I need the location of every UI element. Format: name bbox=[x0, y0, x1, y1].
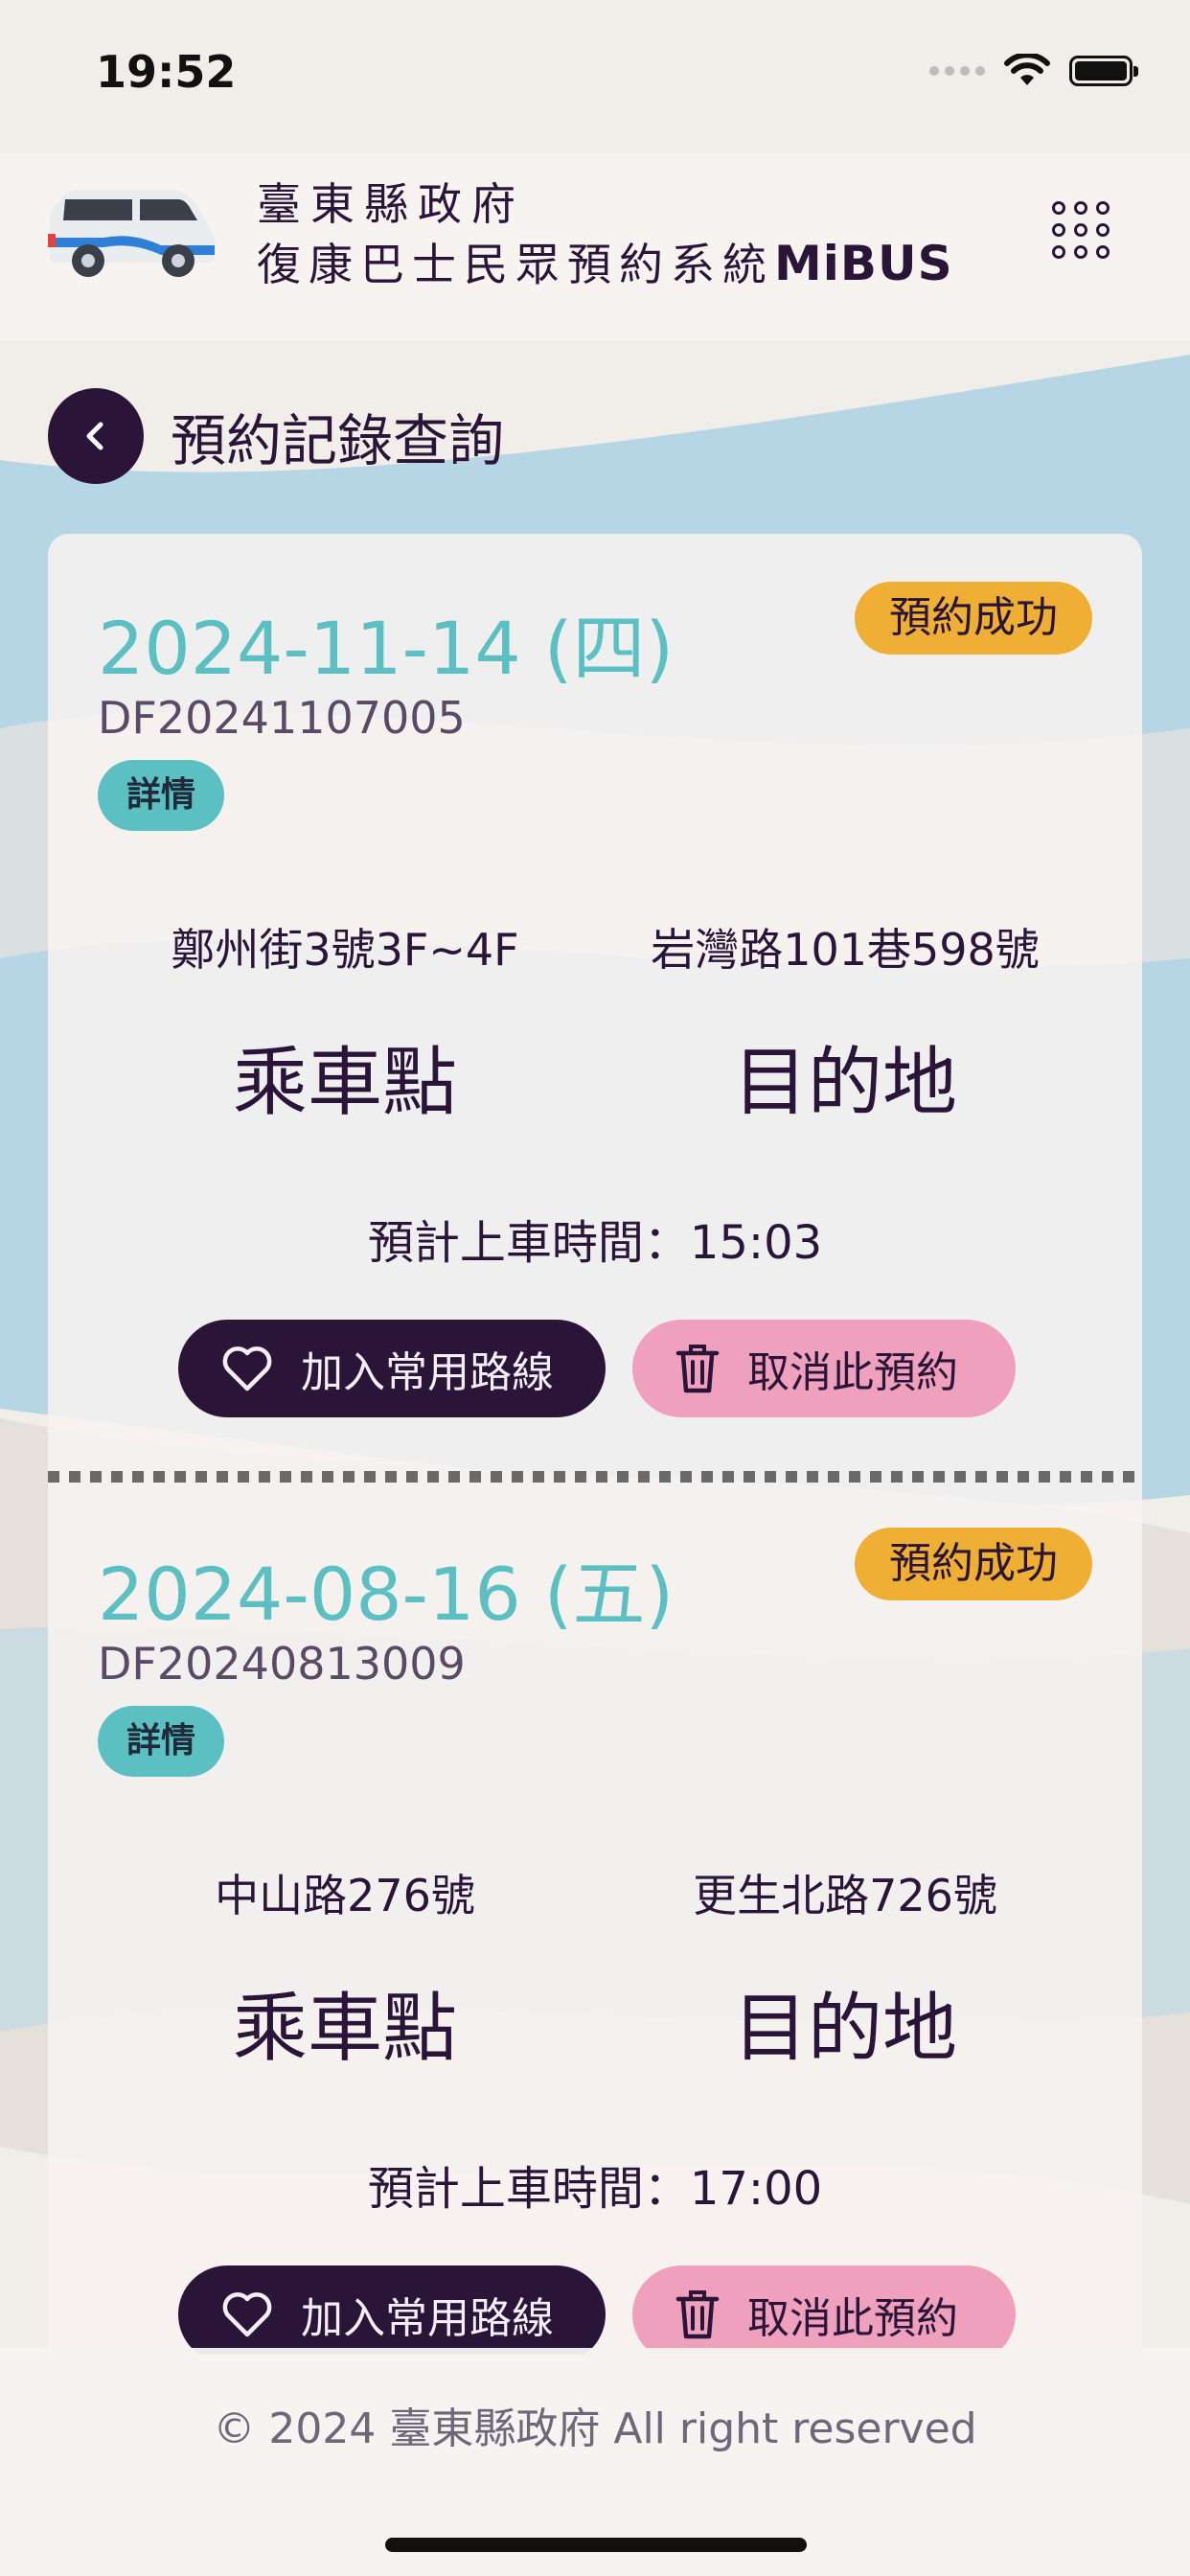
app-title: 臺東縣政府 復康巴士民眾預約系統MiBUS bbox=[257, 174, 953, 294]
trash-icon bbox=[675, 1345, 720, 1393]
page-title: 預約記錄查詢 bbox=[171, 408, 505, 473]
back-button[interactable] bbox=[48, 388, 144, 484]
battery-icon bbox=[1069, 56, 1138, 86]
app-title-system: 復康巴士民眾預約系統 bbox=[257, 239, 774, 290]
cancel-reservation-label: 取消此預約 bbox=[747, 2294, 958, 2343]
reservation-code: DF20240813009 bbox=[98, 1638, 466, 1690]
status-icons bbox=[929, 54, 1138, 88]
dropoff-address: 更生北路726號 bbox=[693, 1870, 997, 1921]
cancel-reservation-button[interactable]: 取消此預約 bbox=[632, 1320, 1016, 1417]
status-time: 19:52 bbox=[96, 46, 237, 98]
detail-button[interactable]: 詳情 bbox=[98, 1706, 225, 1777]
menu-grid-icon[interactable] bbox=[1050, 199, 1111, 261]
add-favorite-route-button[interactable]: 加入常用路線 bbox=[178, 2266, 606, 2355]
app-brand: MiBUS bbox=[774, 236, 953, 291]
status-bar: 19:52 bbox=[0, 0, 1190, 153]
heart-icon bbox=[222, 2292, 272, 2337]
detail-button[interactable]: 詳情 bbox=[98, 760, 225, 831]
heart-icon bbox=[222, 1346, 272, 1392]
estimated-pickup-time: 預計上車時間：15:03 bbox=[367, 1216, 823, 1270]
cancel-reservation-label: 取消此預約 bbox=[747, 1348, 958, 1397]
chevron-left-icon bbox=[86, 422, 103, 450]
app-title-line2: 復康巴士民眾預約系統MiBUS bbox=[257, 234, 953, 294]
reservation-card: 2024-11-14 (四) 預約成功 DF20241107005 詳情 鄭州街… bbox=[48, 534, 1142, 1483]
reservation-card: 2024-08-16 (五) 預約成功 DF20240813009 詳情 中山路… bbox=[48, 1480, 1142, 2355]
app-title-line1: 臺東縣政府 bbox=[257, 178, 525, 230]
pickup-label: 乘車點 bbox=[232, 1986, 457, 2072]
wifi-icon bbox=[1004, 54, 1050, 85]
pickup-address: 中山路276號 bbox=[215, 1870, 475, 1921]
dropoff-label: 目的地 bbox=[732, 1986, 957, 2072]
app-header: 臺東縣政府 復康巴士民眾預約系統MiBUS bbox=[0, 153, 1190, 340]
estimated-pickup-time: 預計上車時間：17:00 bbox=[367, 2162, 823, 2216]
pickup-label: 乘車點 bbox=[232, 1040, 457, 1126]
add-favorite-route-label: 加入常用路線 bbox=[301, 2294, 554, 2343]
page-title-row: 預約記錄查詢 bbox=[48, 388, 504, 484]
footer: © 2024 臺東縣政府 All right reserved bbox=[0, 2348, 1190, 2576]
reservation-list: 2024-11-14 (四) 預約成功 DF20241107005 詳情 鄭州街… bbox=[48, 534, 1142, 2355]
add-favorite-route-label: 加入常用路線 bbox=[301, 1348, 554, 1397]
trash-icon bbox=[675, 2290, 720, 2339]
cancel-reservation-button[interactable]: 取消此預約 bbox=[632, 2266, 1016, 2355]
reservation-code: DF20241107005 bbox=[98, 692, 466, 744]
dropoff-label: 目的地 bbox=[732, 1040, 957, 1126]
reservation-date: 2024-08-16 (五) bbox=[98, 1552, 675, 1637]
card-actions: 加入常用路線 取消此預約 bbox=[178, 2266, 1016, 2355]
reservation-date: 2024-11-14 (四) bbox=[98, 606, 675, 691]
copyright-text: © 2024 臺東縣政府 All right reserved bbox=[213, 2404, 977, 2453]
home-indicator[interactable] bbox=[385, 2538, 807, 2552]
card-actions: 加入常用路線 取消此預約 bbox=[178, 1320, 1016, 1417]
status-badge: 預約成功 bbox=[855, 1528, 1092, 1600]
add-favorite-route-button[interactable]: 加入常用路線 bbox=[178, 1320, 606, 1417]
van-logo-icon bbox=[48, 190, 216, 277]
pickup-address: 鄭州街3號3F~4F bbox=[171, 924, 519, 976]
dropoff-address: 岩灣路101巷598號 bbox=[651, 924, 1040, 976]
status-badge: 預約成功 bbox=[855, 582, 1092, 655]
cellular-signal-icon bbox=[929, 66, 985, 76]
